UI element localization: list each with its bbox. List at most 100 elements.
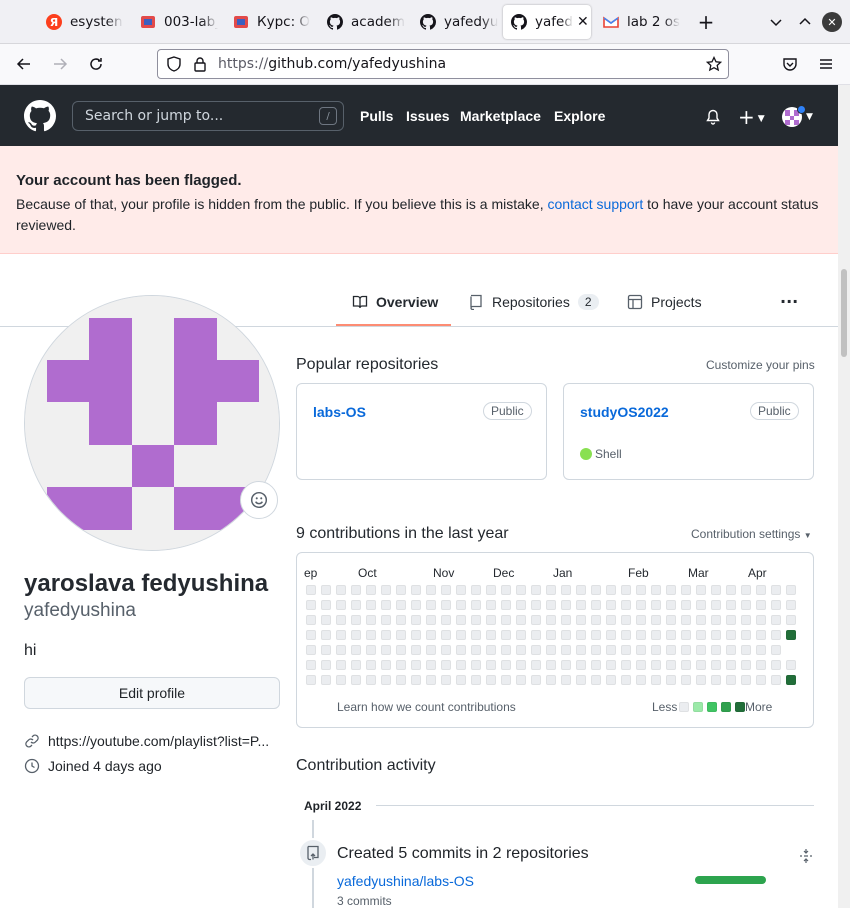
contribution-day[interactable] xyxy=(396,585,406,595)
contribution-day[interactable] xyxy=(426,615,436,625)
contribution-day[interactable] xyxy=(531,660,541,670)
contribution-day[interactable] xyxy=(621,585,631,595)
contribution-day[interactable] xyxy=(366,645,376,655)
browser-tab-active[interactable]: yafed ✕ xyxy=(503,5,591,39)
contribution-day[interactable] xyxy=(486,600,496,610)
contribution-day[interactable] xyxy=(441,600,451,610)
contribution-day[interactable] xyxy=(546,660,556,670)
contribution-day[interactable] xyxy=(501,600,511,610)
contribution-day[interactable] xyxy=(696,615,706,625)
contribution-day[interactable] xyxy=(741,615,751,625)
contribution-day[interactable] xyxy=(441,585,451,595)
contribution-day[interactable] xyxy=(456,630,466,640)
contribution-day[interactable] xyxy=(591,615,601,625)
contribution-day[interactable] xyxy=(456,645,466,655)
contribution-day[interactable] xyxy=(336,600,346,610)
contribution-day[interactable] xyxy=(516,660,526,670)
page-scrollbar[interactable] xyxy=(838,85,850,908)
contribution-day[interactable] xyxy=(726,585,736,595)
contribution-day[interactable] xyxy=(606,615,616,625)
contribution-day[interactable] xyxy=(756,645,766,655)
contribution-day[interactable] xyxy=(741,630,751,640)
contribution-day[interactable] xyxy=(531,615,541,625)
contribution-day[interactable] xyxy=(441,615,451,625)
contribution-day[interactable] xyxy=(381,600,391,610)
learn-contributions-link[interactable]: Learn how we count contributions xyxy=(337,700,516,714)
contribution-day[interactable] xyxy=(621,630,631,640)
contribution-day[interactable] xyxy=(501,645,511,655)
contribution-day[interactable] xyxy=(606,600,616,610)
contribution-day[interactable] xyxy=(411,615,421,625)
reload-icon[interactable] xyxy=(86,54,106,74)
contribution-day[interactable] xyxy=(666,615,676,625)
contribution-day[interactable] xyxy=(531,645,541,655)
scrollbar-thumb[interactable] xyxy=(841,269,847,357)
contribution-day[interactable] xyxy=(546,600,556,610)
contribution-day[interactable] xyxy=(471,615,481,625)
contribution-day[interactable] xyxy=(471,630,481,640)
repo-link[interactable]: labs-OS xyxy=(313,404,366,420)
contribution-day[interactable] xyxy=(666,600,676,610)
contribution-day[interactable] xyxy=(381,630,391,640)
contribution-day[interactable] xyxy=(651,630,661,640)
contribution-day[interactable] xyxy=(486,645,496,655)
contribution-day[interactable] xyxy=(306,615,316,625)
contribution-day[interactable] xyxy=(531,630,541,640)
contribution-day[interactable] xyxy=(426,630,436,640)
contribution-day[interactable] xyxy=(606,585,616,595)
contribution-day[interactable] xyxy=(576,585,586,595)
edit-profile-button[interactable]: Edit profile xyxy=(24,677,280,709)
contribution-day[interactable] xyxy=(561,645,571,655)
customize-pins-link[interactable]: Customize your pins xyxy=(706,358,815,372)
nav-pulls[interactable]: Pulls xyxy=(360,108,393,124)
contribution-day[interactable] xyxy=(336,645,346,655)
contribution-day[interactable] xyxy=(561,585,571,595)
contribution-day[interactable] xyxy=(621,660,631,670)
contribution-day[interactable] xyxy=(651,615,661,625)
contribution-day[interactable] xyxy=(486,675,496,685)
contribution-day[interactable] xyxy=(471,585,481,595)
contribution-day[interactable] xyxy=(351,585,361,595)
contribution-day[interactable] xyxy=(411,660,421,670)
contribution-day[interactable] xyxy=(336,660,346,670)
contribution-day[interactable] xyxy=(351,660,361,670)
contribution-day[interactable] xyxy=(381,660,391,670)
contribution-day[interactable] xyxy=(591,630,601,640)
contribution-day[interactable] xyxy=(366,660,376,670)
contribution-day[interactable] xyxy=(666,660,676,670)
contribution-day[interactable] xyxy=(711,675,721,685)
contribution-day[interactable] xyxy=(351,600,361,610)
contribution-day[interactable] xyxy=(336,615,346,625)
contribution-day[interactable] xyxy=(606,675,616,685)
contribution-day[interactable] xyxy=(636,645,646,655)
contribution-day[interactable] xyxy=(441,630,451,640)
new-tab-icon[interactable]: + xyxy=(696,10,716,34)
contribution-day[interactable] xyxy=(681,630,691,640)
contribution-day[interactable] xyxy=(576,645,586,655)
fold-icon[interactable] xyxy=(798,848,814,868)
contribution-day[interactable] xyxy=(531,675,541,685)
contribution-day[interactable] xyxy=(426,585,436,595)
url-bar[interactable]: https://github.com/yafedyushina xyxy=(157,49,729,79)
contribution-day[interactable] xyxy=(441,675,451,685)
contribution-day[interactable] xyxy=(516,675,526,685)
contribution-day[interactable] xyxy=(636,600,646,610)
contribution-day[interactable] xyxy=(606,660,616,670)
contribution-day[interactable] xyxy=(636,660,646,670)
contribution-day[interactable] xyxy=(726,645,736,655)
activity-repo-link[interactable]: yafedyushina/labs-OS xyxy=(337,873,474,889)
contribution-day[interactable] xyxy=(486,585,496,595)
contribution-day[interactable] xyxy=(711,645,721,655)
more-tabs-button[interactable]: ··· xyxy=(780,292,798,311)
contribution-day[interactable] xyxy=(696,660,706,670)
contribution-day[interactable] xyxy=(561,615,571,625)
contribution-day[interactable] xyxy=(651,585,661,595)
contribution-day[interactable] xyxy=(786,660,796,670)
contribution-day[interactable] xyxy=(396,600,406,610)
contribution-day[interactable] xyxy=(681,585,691,595)
contribution-day[interactable] xyxy=(336,675,346,685)
contribution-day[interactable] xyxy=(336,630,346,640)
contribution-day[interactable] xyxy=(756,675,766,685)
contribution-day[interactable] xyxy=(726,630,736,640)
contribution-day[interactable] xyxy=(621,600,631,610)
